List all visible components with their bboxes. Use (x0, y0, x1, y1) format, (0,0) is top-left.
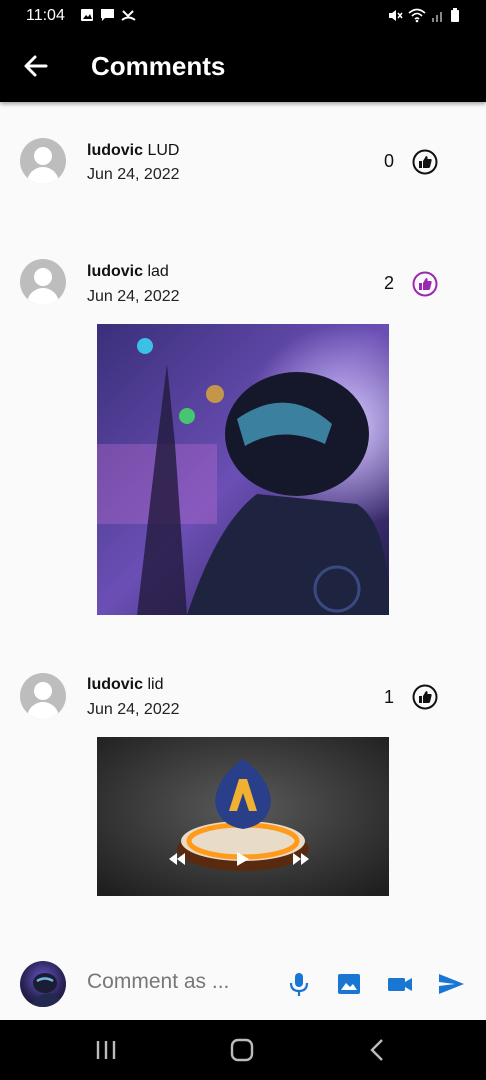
comment-text: LUD (147, 142, 180, 159)
comment-image[interactable] (97, 324, 389, 615)
comment-date: Jun 24, 2022 (87, 701, 180, 718)
author-name: ludovic (87, 263, 144, 280)
app-bar: Comments (0, 32, 486, 102)
like-count: 2 (384, 273, 395, 293)
author-name: ludovic (87, 676, 144, 693)
chat-notification-icon (101, 9, 114, 21)
wifi-icon (408, 8, 426, 23)
system-nav-bar (0, 1020, 486, 1080)
comment-author: ludovic LUD (87, 142, 179, 160)
comment-video[interactable] (97, 737, 389, 896)
comment-author: ludovic lid (87, 676, 163, 694)
page-title: Comments (91, 51, 226, 81)
nav-back-icon[interactable] (364, 1037, 392, 1063)
image-notification-icon (81, 9, 93, 21)
video-camera-icon[interactable] (386, 970, 414, 998)
status-bar: 11:04 (0, 0, 486, 32)
comment-composer: Comment as ... (0, 948, 486, 1020)
current-user-avatar[interactable] (20, 961, 66, 1007)
comment-date: Jun 24, 2022 (87, 288, 180, 305)
comment-text: lid (147, 676, 164, 693)
recent-apps-icon[interactable] (92, 1037, 120, 1063)
comment-date: Jun 24, 2022 (87, 166, 180, 183)
avatar[interactable] (20, 138, 66, 184)
comment-author: ludovic lad (87, 263, 169, 281)
helmet-illustration (97, 324, 389, 615)
signal-icon (432, 12, 442, 22)
like-icon[interactable] (412, 149, 438, 175)
like-icon[interactable] (412, 684, 438, 710)
video-thumbnail (97, 737, 389, 896)
status-time: 11:04 (26, 7, 65, 24)
author-name: ludovic (87, 142, 144, 159)
like-count: 1 (384, 687, 395, 707)
comment-input[interactable]: Comment as ... (87, 970, 229, 994)
like-count: 0 (384, 151, 395, 171)
mute-icon (389, 10, 403, 21)
microphone-icon[interactable] (285, 970, 313, 998)
avatar[interactable] (20, 259, 66, 305)
like-icon[interactable] (412, 271, 438, 297)
battery-icon (451, 8, 459, 22)
missed-call-icon (121, 10, 136, 21)
comment-text: lad (147, 263, 169, 280)
send-icon[interactable] (437, 970, 465, 998)
image-icon[interactable] (335, 970, 363, 998)
back-arrow-icon[interactable] (22, 52, 50, 80)
avatar[interactable] (20, 673, 66, 719)
home-icon[interactable] (228, 1037, 256, 1063)
